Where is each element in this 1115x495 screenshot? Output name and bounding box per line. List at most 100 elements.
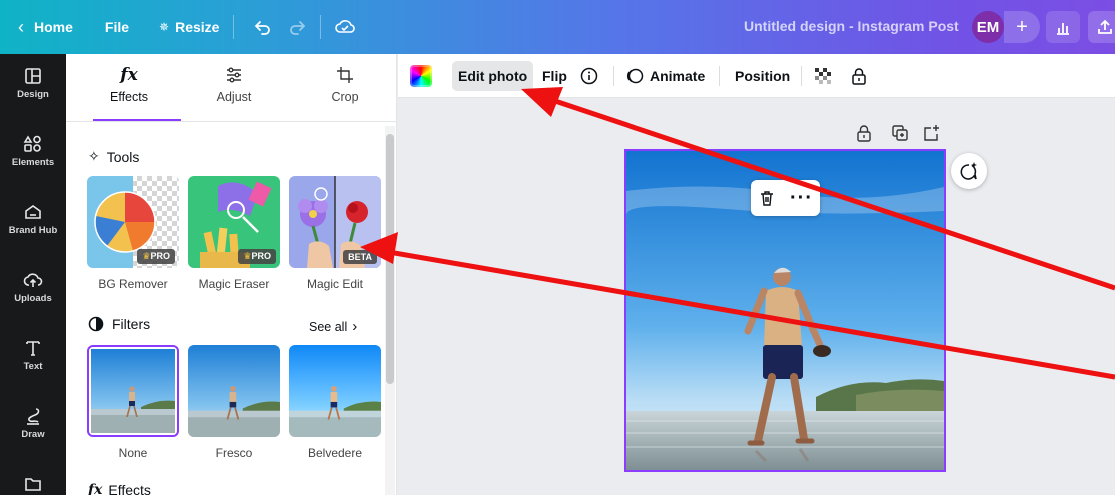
position-button[interactable]: Position <box>729 61 796 91</box>
beta-badge: BETA <box>343 250 377 264</box>
see-all-link[interactable]: See all › <box>309 318 357 335</box>
undo-icon <box>255 21 271 35</box>
flip-label: Flip <box>542 68 567 84</box>
cloud-check-icon <box>335 20 356 33</box>
tool-label: Magic Eraser <box>198 277 270 291</box>
edit-photo-button[interactable]: Edit photo <box>452 61 534 91</box>
undo-button[interactable] <box>246 10 280 44</box>
effects-title: Effects <box>108 482 151 495</box>
left-rail: Design Elements Brand Hub Uploads Text D… <box>0 54 66 495</box>
rail-item-text[interactable]: Text <box>0 338 66 372</box>
rail-label: Text <box>23 361 43 372</box>
tab-crop[interactable]: Crop <box>293 54 396 120</box>
home-button[interactable]: ‹ Home <box>10 10 81 44</box>
tab-effects[interactable]: fx Effects <box>77 54 181 120</box>
tools-title: Tools <box>106 148 140 165</box>
save-status-button[interactable] <box>327 10 363 44</box>
transparency-button[interactable] <box>808 61 838 91</box>
tab-label: Effects <box>110 90 148 104</box>
toolbar-divider <box>719 66 720 86</box>
filter-none[interactable] <box>87 345 179 437</box>
insights-button[interactable] <box>1046 11 1080 43</box>
lock-icon[interactable] <box>855 124 873 142</box>
add-page-icon[interactable] <box>922 124 940 142</box>
rail-item-brand-hub[interactable]: Brand Hub <box>0 202 66 236</box>
text-icon <box>26 341 40 356</box>
rail-item-elements[interactable]: Elements <box>0 134 66 168</box>
rail-label: Design <box>17 89 49 100</box>
redo-icon <box>290 21 306 35</box>
position-label: Position <box>735 68 791 84</box>
draw-icon <box>27 408 40 425</box>
color-swatch-icon <box>410 65 432 87</box>
see-all-label: See all <box>309 319 348 334</box>
add-collaborator-button[interactable]: + <box>1004 11 1040 43</box>
top-bar: ‹ Home File ✵ Resize Untitled design - I… <box>0 0 1115 54</box>
animate-button[interactable]: Animate <box>620 61 711 91</box>
magic-comment-button[interactable] <box>951 153 987 189</box>
tools-heading: ✧ Tools <box>88 148 139 165</box>
tab-label: Adjust <box>216 90 252 104</box>
tab-label: Crop <box>331 90 359 104</box>
avatar[interactable]: EM <box>972 11 1004 43</box>
filter-fresco[interactable] <box>188 345 280 437</box>
file-menu-button[interactable]: File <box>97 10 137 44</box>
tool-bg-remover[interactable]: ♛PRO <box>87 176 179 268</box>
filter-preview-image <box>188 345 280 437</box>
upload-cloud-icon <box>23 273 43 287</box>
lock-icon <box>852 68 866 85</box>
panel-divider <box>66 121 396 122</box>
filter-preview-image <box>289 345 381 437</box>
rail-label: Elements <box>11 157 55 168</box>
pro-badge: ♛PRO <box>137 249 175 264</box>
fx-icon: fx <box>120 65 138 85</box>
filter-label: Fresco <box>215 446 253 460</box>
tool-label: Magic Edit <box>306 277 364 291</box>
rail-item-draw[interactable]: Draw <box>0 406 66 440</box>
toolbar-divider <box>801 66 802 86</box>
scroll-thumb[interactable] <box>386 134 394 384</box>
effects-heading: fx Effects <box>88 482 151 495</box>
toolbar-divider <box>613 66 614 86</box>
share-button[interactable] <box>1088 11 1115 43</box>
info-button[interactable] <box>574 61 604 91</box>
flip-button[interactable]: Flip <box>536 61 573 91</box>
share-icon <box>1098 19 1112 34</box>
filter-preview-image <box>90 348 176 434</box>
trash-icon[interactable] <box>758 189 776 207</box>
duplicate-icon[interactable] <box>891 124 909 142</box>
topbar-divider <box>233 15 235 39</box>
comment-sparkle-icon <box>960 162 977 180</box>
document-title[interactable]: Untitled design - Instagram Post <box>744 18 959 34</box>
topbar-divider <box>320 15 322 39</box>
rail-item-uploads[interactable]: Uploads <box>0 270 66 304</box>
resize-button[interactable]: ✵ Resize <box>151 10 227 44</box>
color-button[interactable] <box>406 61 436 91</box>
rail-label: Brand Hub <box>8 225 58 236</box>
brand-icon <box>25 205 41 219</box>
animate-label: Animate <box>650 68 706 84</box>
pro-badge: ♛PRO <box>238 249 276 264</box>
info-icon <box>580 67 598 85</box>
chevron-right-icon: › <box>352 318 358 335</box>
sliders-icon <box>227 67 241 83</box>
rail-item-projects[interactable] <box>0 474 66 494</box>
lock-button[interactable] <box>844 61 874 91</box>
context-toolbar: Edit photo Flip Animate Position <box>398 54 1115 98</box>
tab-adjust[interactable]: Adjust <box>182 54 286 120</box>
fx-icon: fx <box>88 482 103 495</box>
chevron-left-icon: ‹ <box>18 16 24 37</box>
redo-button[interactable] <box>280 10 314 44</box>
filter-belvedere[interactable] <box>289 345 381 437</box>
animate-icon <box>626 68 644 84</box>
tool-magic-edit[interactable]: BETA <box>289 176 381 268</box>
sparkle-icon: ✵ <box>159 20 170 34</box>
filters-heading: Filters <box>88 316 150 332</box>
bar-chart-icon <box>1057 23 1069 35</box>
tool-magic-eraser[interactable]: ♛PRO <box>188 176 280 268</box>
rail-item-design[interactable]: Design <box>0 66 66 100</box>
panel-scrollbar[interactable] <box>385 126 395 495</box>
crop-icon <box>337 67 353 83</box>
more-options-icon[interactable]: ··· <box>790 188 813 208</box>
home-label: Home <box>34 19 73 35</box>
